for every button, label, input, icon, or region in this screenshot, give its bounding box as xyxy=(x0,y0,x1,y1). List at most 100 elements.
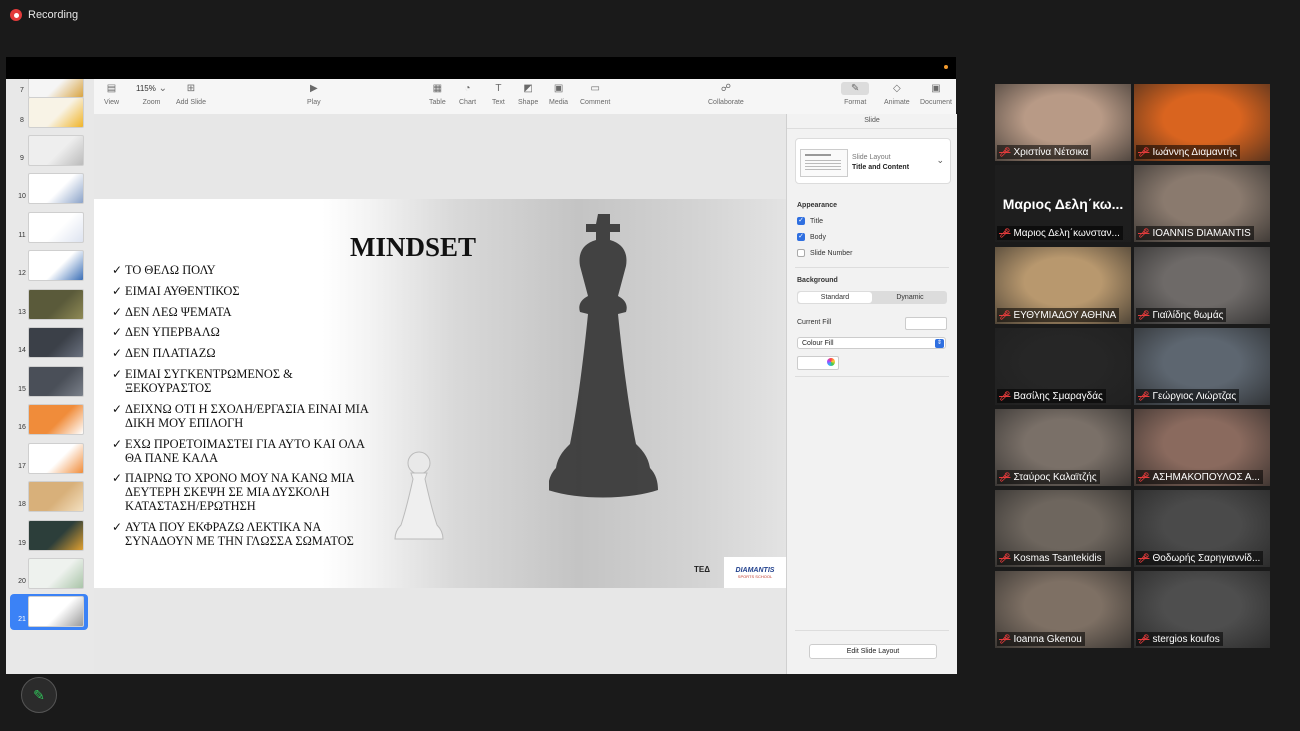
slide-thumbnail-image xyxy=(28,135,84,166)
participant-tile[interactable]: 🎤︎ ΕΥΘΥΜΙΑΔΟΥ ΑΘΗΝΑ xyxy=(995,247,1131,324)
slide-thumbnail[interactable]: 20 xyxy=(6,556,94,592)
bullet-text: ΕΙΜΑΙ ΣΥΓΚΕΝΤΡΩΜΕΝΟΣ & ΞΕΚΟΥΡΑΣΤΟΣ xyxy=(125,366,293,395)
inspector-tab-slide[interactable]: Slide xyxy=(787,114,957,129)
bullet-text: ΔΕΙΧΝΩ ΟΤΙ Η ΣΧΟΛΗ/ΕΡΓΑΣΙΑ ΕΙΝΑΙ ΜΙΑ ΔΙΚ… xyxy=(125,401,369,430)
mic-muted-icon: 🎤︎ xyxy=(1138,309,1150,320)
checkmark-icon: ✓ xyxy=(112,436,123,451)
participant-name: IOANNIS DIAMANTIS xyxy=(1152,227,1251,239)
participant-tile[interactable]: 🎤︎ Γεώργιος Λιώρτζας xyxy=(1134,328,1270,405)
participant-tile[interactable]: 🎤︎ Βασίλης Σμαραγδάς xyxy=(995,328,1131,405)
title-checkbox[interactable]: ✓ Title xyxy=(797,217,823,225)
slide-thumbnail[interactable]: 14 xyxy=(6,325,94,361)
animate-icon: ◇ xyxy=(892,83,901,94)
slide-thumbnail-image xyxy=(28,596,84,627)
slide-number: 11 xyxy=(18,232,26,239)
slide-layout-selector[interactable]: Slide Layout Title and Content ⌄ xyxy=(795,138,951,184)
current-slide[interactable]: MINDSET ✓ ΤΟ ΘΕΛΩ ΠΟΛΥ ✓ ΕΙΜΑΙ ΑΥΘΕΝΤΙΚΟΣ ✓ Δ… xyxy=(94,199,786,588)
slide-thumbnail[interactable]: 19 xyxy=(6,518,94,554)
divider xyxy=(795,267,949,268)
slide-thumbnail[interactable]: 9 xyxy=(6,133,94,169)
background-type-toggle[interactable]: Standard Dynamic xyxy=(797,291,947,304)
slide-thumbnail[interactable]: 12 xyxy=(6,248,94,284)
shape-button[interactable]: ◩ Shape xyxy=(518,82,538,106)
slide-thumbnail[interactable]: 18 xyxy=(6,479,94,515)
bullet-item: ✓ ΑΥΤΑ ΠΟΥ ΕΚΦΡΑΖΩ ΛΕΚΤΙΚΑ ΝΑ ΣΥΝΑΔΟΥΝ ΜΕ… xyxy=(112,520,372,548)
participant-name-tag: 🎤︎ stergios koufos xyxy=(1136,632,1223,646)
slide-number: 15 xyxy=(18,386,26,393)
comment-button[interactable]: ▭ Comment xyxy=(580,82,610,106)
mic-muted-icon: 🎤︎ xyxy=(999,633,1011,644)
slide-thumbnail[interactable]: 8 xyxy=(6,95,94,131)
edit-slide-layout-button[interactable]: Edit Slide Layout xyxy=(809,644,937,659)
chart-icon: ◔ xyxy=(464,83,471,94)
slide-navigator[interactable]: 7 8 9 10 11 12 13 14 15 16 17 18 19 20 21 xyxy=(6,79,95,674)
checkmark-icon: ✓ xyxy=(112,346,123,361)
participant-name: Γιαϊλίδης θωμάς xyxy=(1152,309,1224,321)
fill-type-select[interactable]: Colour Fill ⇕ xyxy=(797,337,946,349)
slide-thumbnail[interactable]: 11 xyxy=(6,210,94,246)
participant-tile[interactable]: 🎤︎ Ioanna Gkenou xyxy=(995,571,1131,648)
text-button[interactable]: T Text xyxy=(492,82,505,106)
shared-screen: 7 8 9 10 11 12 13 14 15 16 17 18 19 20 21 ✎ ▤ View 115%… xyxy=(6,57,957,713)
slide-thumbnail[interactable]: 15 xyxy=(6,364,94,400)
slide-number: 14 xyxy=(18,347,26,354)
participant-tile[interactable]: 🎤︎ Kosmas Tsantekidis xyxy=(995,490,1131,567)
slide-thumbnail[interactable]: 17 xyxy=(6,441,94,477)
participant-tile[interactable]: 🎤︎ IOANNIS DIAMANTIS xyxy=(1134,165,1270,242)
play-button[interactable]: ▶ Play xyxy=(307,82,321,106)
slide-thumbnail[interactable]: 21 xyxy=(10,594,88,630)
participant-tile[interactable]: 🎤︎ ΑΣΗΜΑΚΟΠΟΥΛΟΣ Α... xyxy=(1134,409,1270,486)
slide-thumbnail-image xyxy=(28,366,84,397)
participant-name-tag: 🎤︎ Γεώργιος Λιώρτζας xyxy=(1136,389,1240,403)
color-wheel-icon[interactable] xyxy=(827,358,835,366)
zoom-button[interactable]: 115% ⌄ Zoom xyxy=(136,82,167,106)
slide-number-checkbox[interactable]: Slide Number xyxy=(797,249,852,257)
ted-logo: ΤΕΔ xyxy=(694,565,710,574)
current-fill-label: Current Fill xyxy=(797,319,832,326)
annotate-pen-button[interactable]: ✎ xyxy=(21,677,57,713)
body-checkbox[interactable]: ✓ Body xyxy=(797,233,826,241)
zoom-value: 115% xyxy=(136,84,156,93)
slide-thumbnail[interactable]: 13 xyxy=(6,287,94,323)
participant-tile[interactable]: 🎤︎ Θοδωρής Σαρηγιαννίδ... xyxy=(1134,490,1270,567)
add-slide-button[interactable]: ⊞ Add Slide xyxy=(176,82,206,106)
slide-thumbnail[interactable]: 16 xyxy=(6,402,94,438)
slide-thumbnail-image xyxy=(28,289,84,320)
dynamic-option[interactable]: Dynamic xyxy=(873,291,947,304)
document-button[interactable]: ▣ Document xyxy=(920,82,952,106)
participant-name: ΑΣΗΜΑΚΟΠΟΥΛΟΣ Α... xyxy=(1152,471,1260,483)
standard-option[interactable]: Standard xyxy=(798,292,872,303)
mic-muted-icon: 🎤︎ xyxy=(999,471,1011,482)
collaborate-button[interactable]: ☍ Collaborate xyxy=(708,82,744,106)
slide-number: 13 xyxy=(18,309,26,316)
bullet-text: ΑΥΤΑ ΠΟΥ ΕΚΦΡΑΖΩ ΛΕΚΤΙΚΑ ΝΑ ΣΥΝΑΔΟΥΝ ΜΕ … xyxy=(125,520,354,549)
checkbox-checked-icon: ✓ xyxy=(797,233,805,241)
participant-name: Βασίλης Σμαραγδάς xyxy=(1013,390,1103,402)
current-fill-swatch[interactable] xyxy=(905,317,947,330)
animate-button[interactable]: ◇ Animate xyxy=(884,82,910,106)
bullet-item: ✓ ΕΙΜΑΙ ΣΥΓΚΕΝΤΡΩΜΕΝΟΣ & ΞΕΚΟΥΡΑΣΤΟΣ xyxy=(112,367,372,395)
table-button[interactable]: ▦ Table xyxy=(429,82,446,106)
participant-tile[interactable]: 🎤︎ Γιαϊλίδης θωμάς xyxy=(1134,247,1270,324)
participant-name: Kosmas Tsantekidis xyxy=(1013,552,1102,564)
chart-button[interactable]: ◔ Chart xyxy=(459,82,476,106)
slide-thumbnail-image xyxy=(28,250,84,281)
participant-name-tag: 🎤︎ Ioanna Gkenou xyxy=(997,632,1085,646)
format-button[interactable]: ✎ Format xyxy=(841,82,870,106)
participant-name: Θοδωρής Σαρηγιαννίδ... xyxy=(1152,552,1261,564)
checkmark-icon: ✓ xyxy=(112,325,123,340)
slide-number: 18 xyxy=(18,501,26,508)
participant-tile[interactable]: 🎤︎ Σταύρος Καλαϊτζής xyxy=(995,409,1131,486)
slide-thumbnail[interactable]: 10 xyxy=(6,171,94,207)
media-button[interactable]: ▣ Media xyxy=(549,82,568,106)
slide-number: 12 xyxy=(18,270,26,277)
shape-icon: ◩ xyxy=(523,83,533,94)
participant-tile[interactable]: 🎤︎ Ιωάννης Διαμαντής xyxy=(1134,84,1270,161)
participant-name-tag: 🎤︎ Χριστίνα Νέτσικα xyxy=(997,145,1092,159)
participant-tile[interactable]: 🎤︎ stergios koufos xyxy=(1134,571,1270,648)
participant-tile[interactable]: 🎤︎ Χριστίνα Νέτσικα xyxy=(995,84,1131,161)
participant-tile[interactable]: Μαριος Δελη΄κω... 🎤︎ Μαριος Δελη΄κωνσταν..… xyxy=(995,165,1131,242)
view-button[interactable]: ▤ View xyxy=(104,82,119,106)
bullet-item: ✓ ΠΑΙΡΝΩ ΤΟ ΧΡΟΝΟ ΜΟΥ ΝΑ ΚΑΝΩ ΜΙΑ ΔΕΥΤΕΡΗ… xyxy=(112,471,372,513)
slide-thumbnail-image xyxy=(28,520,84,551)
